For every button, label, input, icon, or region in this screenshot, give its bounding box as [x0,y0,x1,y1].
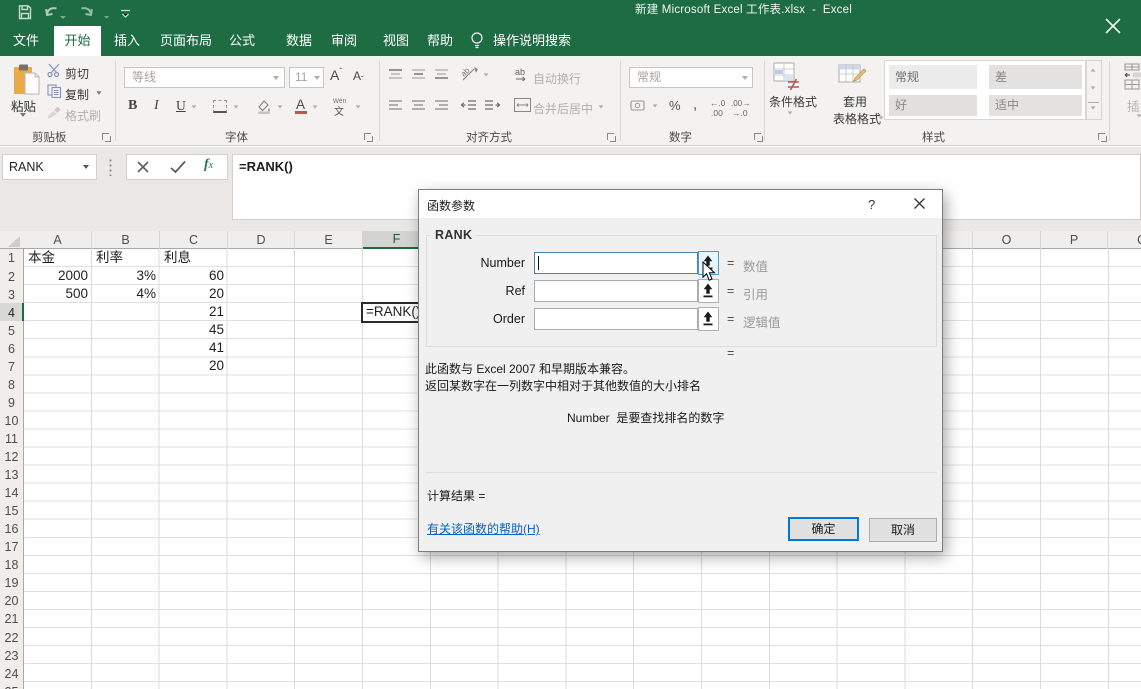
svg-text:ab: ab [461,66,472,79]
svg-text:ab: ab [515,67,525,77]
